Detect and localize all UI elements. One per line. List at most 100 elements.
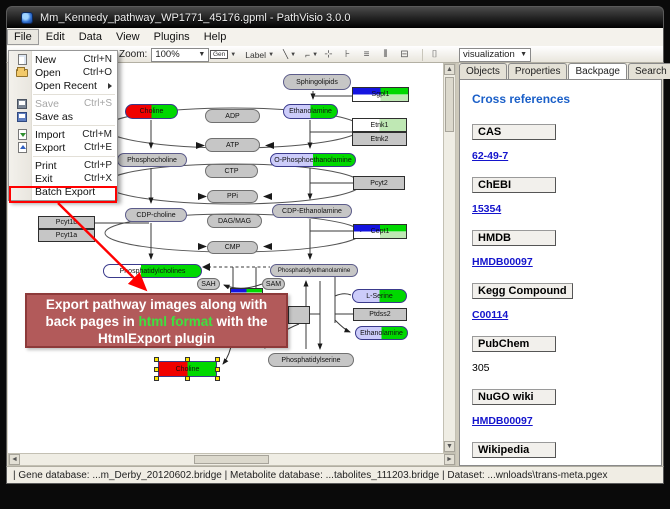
- menu-view[interactable]: View: [109, 29, 147, 45]
- node-cdp-choline[interactable]: CDP-choline: [125, 208, 187, 222]
- section-header-wikipedia: Wikipedia: [472, 442, 556, 458]
- selection-handle[interactable]: [154, 357, 159, 362]
- line-tool-button[interactable]: ╲ ▼: [280, 48, 299, 62]
- node-l-serine[interactable]: L-Serine: [352, 289, 407, 303]
- node-cmp[interactable]: CMP: [207, 241, 258, 254]
- menu-file[interactable]: File: [7, 29, 39, 45]
- crossref-link[interactable]: HMDB00097: [472, 256, 533, 268]
- common-size-icon[interactable]: ⊟: [398, 49, 411, 61]
- menu-item-print[interactable]: Print Ctrl+P: [9, 159, 117, 172]
- visualization-combobox[interactable]: visualization ▼: [459, 48, 531, 62]
- crossref-link[interactable]: 62-49-7: [472, 150, 508, 162]
- title-bar[interactable]: Mm_Kennedy_pathway_WP1771_45176.gpml - P…: [6, 6, 664, 28]
- tab-backpage[interactable]: Backpage: [568, 63, 626, 80]
- distribute-vertical-icon[interactable]: ≡: [360, 49, 373, 61]
- scroll-right-icon[interactable]: ►: [444, 454, 455, 465]
- node-ptdss2[interactable]: Ptdss2: [353, 308, 407, 321]
- connector-tool-button[interactable]: ⌐ ▼: [302, 48, 321, 62]
- node-phosphocholine[interactable]: Phosphocholine: [117, 153, 187, 167]
- node-phosphatidylcholines[interactable]: Phosphatidylcholines: [103, 264, 202, 278]
- node-adp[interactable]: ADP: [205, 109, 260, 123]
- horizontal-scroll-thumb[interactable]: [194, 455, 269, 464]
- menu-item-open[interactable]: Open Ctrl+O: [9, 66, 117, 79]
- menu-item-exit[interactable]: Exit Ctrl+X: [9, 172, 117, 185]
- horizontal-scrollbar[interactable]: ◄ ►: [8, 453, 456, 466]
- selection-mode-icon[interactable]: ⌷: [428, 49, 441, 61]
- selection-handle[interactable]: [215, 376, 220, 381]
- node-etnk2[interactable]: Etnk2: [352, 132, 407, 146]
- menu-item-save[interactable]: Save Ctrl+S: [9, 97, 117, 110]
- node-sam[interactable]: SAM: [262, 278, 285, 290]
- application-window: Mm_Kennedy_pathway_WP1771_45176.gpml - P…: [0, 0, 670, 509]
- menu-item-save-as[interactable]: Save as: [9, 110, 117, 123]
- node-ctp[interactable]: CTP: [205, 164, 258, 178]
- selection-handle[interactable]: [215, 367, 220, 372]
- node-sah[interactable]: SAH: [197, 278, 220, 290]
- tab-search[interactable]: Search: [628, 63, 670, 79]
- tab-properties[interactable]: Properties: [508, 63, 568, 79]
- selection-handle[interactable]: [185, 376, 190, 381]
- node-pcyt2[interactable]: Pcyt2: [353, 176, 405, 190]
- chevron-down-icon[interactable]: ▼: [194, 51, 205, 58]
- chevron-down-icon[interactable]: ▼: [312, 52, 318, 58]
- scroll-down-icon[interactable]: ▼: [444, 441, 455, 452]
- node-ethanolamine-bottom[interactable]: Ethanolamine: [355, 326, 408, 340]
- open-folder-icon: [13, 69, 31, 77]
- node-ppi[interactable]: PPi: [207, 190, 258, 203]
- selection-handle[interactable]: [154, 376, 159, 381]
- node-cept1[interactable]: Cept1: [353, 224, 407, 239]
- distribute-horizontal-icon[interactable]: ⫴: [379, 49, 392, 61]
- tab-objects[interactable]: Objects: [459, 63, 507, 79]
- section-header-nugo: NuGO wiki: [472, 389, 556, 405]
- label-tool-button[interactable]: Label ▼: [242, 48, 277, 62]
- menu-item-new[interactable]: New Ctrl+N: [9, 53, 117, 66]
- align-middle-icon[interactable]: ⊦: [341, 49, 354, 61]
- menu-edit[interactable]: Edit: [39, 29, 72, 45]
- selection-handle[interactable]: [185, 357, 190, 362]
- node-ethanolamine-top[interactable]: Ethanolamine: [283, 104, 338, 119]
- menu-plugins[interactable]: Plugins: [147, 29, 197, 45]
- gene-node-button[interactable]: Gen ▼: [207, 48, 239, 62]
- menu-item-shortcut: Ctrl+P: [84, 160, 112, 171]
- chevron-down-icon[interactable]: ▼: [230, 52, 236, 58]
- scroll-left-icon[interactable]: ◄: [9, 454, 20, 465]
- node-dag-mag[interactable]: DAG/MAG: [207, 214, 262, 228]
- selection-handle[interactable]: [154, 367, 159, 372]
- vertical-scroll-thumb[interactable]: [445, 77, 454, 132]
- crossref-link[interactable]: HMDB00097: [472, 415, 533, 427]
- menu-item-import[interactable]: Import Ctrl+M: [9, 128, 117, 141]
- menu-item-export[interactable]: Export Ctrl+E: [9, 141, 117, 154]
- node-pcyt1a[interactable]: Pcyt1a: [38, 229, 95, 242]
- node-phosphatidylserine[interactable]: Phosphatidylserine: [268, 353, 354, 367]
- menu-item-open-recent[interactable]: Open Recent: [9, 79, 117, 92]
- node-pcyt1b[interactable]: Pcyt1b: [38, 216, 95, 229]
- node-atp[interactable]: ATP: [205, 138, 260, 152]
- crossref-link[interactable]: 15354: [472, 203, 501, 215]
- chevron-down-icon[interactable]: ▼: [268, 52, 274, 58]
- save-as-icon: [13, 112, 31, 122]
- label-tool-icon: Label: [245, 50, 266, 60]
- chevron-down-icon[interactable]: ▼: [516, 51, 527, 58]
- vertical-scrollbar[interactable]: ▲ ▼: [443, 63, 456, 453]
- menu-help[interactable]: Help: [197, 29, 234, 45]
- node-cdp-ethanolamine[interactable]: CDP-Ethanolamine: [272, 204, 352, 218]
- node-pisd-partial[interactable]: [288, 306, 310, 324]
- chevron-down-icon[interactable]: ▼: [290, 52, 296, 58]
- node-o-phosphoethanolamine[interactable]: O-Phosphoethanolamine: [270, 153, 356, 167]
- backpage-section: Kegg Compound C00114: [472, 281, 651, 323]
- node-etnk1[interactable]: Etnk1: [352, 118, 407, 132]
- align-center-icon[interactable]: ⊹: [322, 49, 335, 61]
- scroll-up-icon[interactable]: ▲: [444, 64, 455, 75]
- node-choline-top[interactable]: Choline: [125, 104, 178, 119]
- node-choline-selected[interactable]: Choline: [158, 361, 217, 377]
- zoom-combobox[interactable]: 100% ▼: [151, 48, 209, 62]
- section-header-kegg: Kegg Compound: [472, 283, 573, 299]
- menu-data[interactable]: Data: [72, 29, 109, 45]
- node-sphingolipids[interactable]: Sphingolipids: [283, 74, 351, 90]
- crossref-link[interactable]: C00114: [472, 309, 508, 321]
- visualization-group: visualization ▼: [459, 47, 531, 62]
- batch-export-highlight-box: [9, 186, 117, 203]
- selection-handle[interactable]: [215, 357, 220, 362]
- node-sgpl1[interactable]: Sgpl1: [352, 87, 409, 102]
- node-phosphatidylethanolamine[interactable]: Phosphatidylethanolamine: [270, 264, 358, 277]
